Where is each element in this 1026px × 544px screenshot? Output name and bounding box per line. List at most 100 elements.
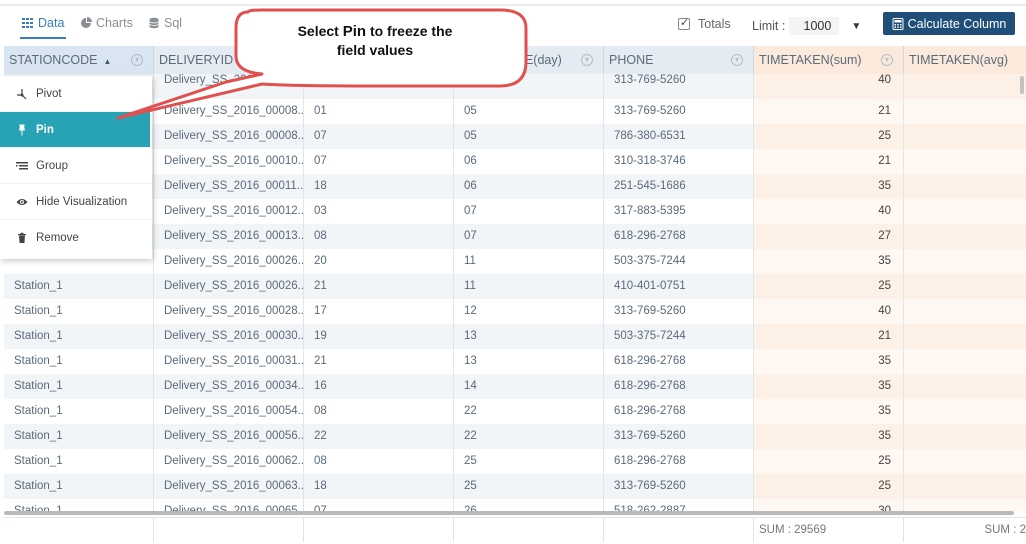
table-cell-hour[interactable]: 19: [304, 324, 454, 349]
table-cell-delivery[interactable]: Delivery_SS_2016_00030...: [154, 324, 304, 349]
table-row[interactable]: Station_1 Delivery_SS_2016_00026... 21 11 41…: [4, 274, 1026, 299]
table-cell-hour[interactable]: 03: [304, 199, 454, 224]
table-cell-avg[interactable]: [904, 199, 1026, 224]
table-cell-sum[interactable]: 21: [754, 324, 904, 349]
table-row[interactable]: Delivery_SS_2016_00026... 20 11 503-375-724…: [4, 249, 1026, 274]
table-cell-avg[interactable]: [904, 124, 1026, 149]
table-cell-day[interactable]: 05: [454, 99, 604, 124]
table-cell-avg[interactable]: [904, 274, 1026, 299]
table-cell-phone[interactable]: 313-769-5260: [604, 74, 754, 99]
table-cell-hour[interactable]: 08: [304, 449, 454, 474]
table-cell-avg[interactable]: [904, 374, 1026, 399]
table-cell-avg[interactable]: [904, 174, 1026, 199]
table-cell-avg[interactable]: [904, 499, 1026, 511]
table-cell-delivery[interactable]: Delivery_SS_2016_00026...: [154, 249, 304, 274]
table-cell-delivery[interactable]: Delivery_SS_2016_00056...: [154, 424, 304, 449]
table-cell-hour[interactable]: 18: [304, 174, 454, 199]
table-cell-sum[interactable]: 35: [754, 349, 904, 374]
table-cell-avg[interactable]: [904, 99, 1026, 124]
table-cell-sum[interactable]: 21: [754, 149, 904, 174]
table-cell-station[interactable]: Station_1: [4, 349, 154, 374]
table-cell-avg[interactable]: [904, 299, 1026, 324]
table-cell-station[interactable]: Station_1: [4, 324, 154, 349]
table-cell-phone[interactable]: 313-769-5260: [604, 299, 754, 324]
table-cell-sum[interactable]: 40: [754, 74, 904, 99]
table-cell-day[interactable]: 13: [454, 324, 604, 349]
table-row[interactable]: Station_1 Delivery_SS_2016_00028... 17 12 31…: [4, 299, 1026, 324]
table-cell-delivery[interactable]: Delivery_SS_2016_00026...: [154, 274, 304, 299]
column-header-phone[interactable]: PHONE: [604, 46, 754, 74]
table-cell-avg[interactable]: [904, 399, 1026, 424]
table-cell-hour[interactable]: 18: [304, 474, 454, 499]
table-cell-sum[interactable]: 40: [754, 199, 904, 224]
table-cell-delivery[interactable]: Delivery_SS_2016_00031...: [154, 349, 304, 374]
table-row[interactable]: Station_1 Delivery_SS_2016_00031... 21 13 61…: [4, 349, 1026, 374]
limit-select[interactable]: 1000: [789, 17, 840, 35]
table-row[interactable]: Delivery_SS_2016_00008... 01 05 313-769-526…: [4, 99, 1026, 124]
table-cell-day[interactable]: 26: [454, 499, 604, 511]
table-cell-phone[interactable]: 618-296-2768: [604, 399, 754, 424]
menu-item-pivot[interactable]: Pivot: [0, 76, 152, 112]
totals-toggle[interactable]: Totals: [678, 16, 731, 31]
table-cell-delivery[interactable]: Delivery_SS_2016_00012...: [154, 199, 304, 224]
table-row[interactable]: Delivery_SS_2016_00002... 20 01 313-769-526…: [4, 74, 1026, 99]
table-cell-sum[interactable]: 25: [754, 274, 904, 299]
table-cell-phone[interactable]: 313-769-5260: [604, 424, 754, 449]
table-cell-station[interactable]: Station_1: [4, 274, 154, 299]
tab-charts[interactable]: Charts: [80, 16, 133, 30]
menu-item-group[interactable]: Group: [0, 148, 152, 184]
column-header-timetaken-avg[interactable]: TIMETAKEN(avg): [904, 46, 1026, 74]
table-cell-day[interactable]: 14: [454, 374, 604, 399]
table-cell-phone[interactable]: 310-318-3746: [604, 149, 754, 174]
table-cell-delivery[interactable]: Delivery_SS_2016_00002...: [154, 74, 304, 99]
table-cell-avg[interactable]: [904, 224, 1026, 249]
table-cell-hour[interactable]: 08: [304, 399, 454, 424]
table-cell-day[interactable]: 22: [454, 424, 604, 449]
table-cell-station[interactable]: Station_1: [4, 374, 154, 399]
menu-item-hide-visualization[interactable]: Hide Visualization: [0, 184, 152, 220]
column-menu-icon[interactable]: [731, 54, 743, 66]
table-cell-day[interactable]: 11: [454, 249, 604, 274]
table-cell-day[interactable]: 06: [454, 149, 604, 174]
table-cell-hour[interactable]: 21: [304, 349, 454, 374]
table-cell-avg[interactable]: [904, 74, 1026, 99]
table-cell-delivery[interactable]: Delivery_SS_2016_00008...: [154, 124, 304, 149]
table-cell-delivery[interactable]: Delivery_SS_2016_00065...: [154, 499, 304, 511]
tab-sql[interactable]: Sql: [148, 16, 182, 30]
menu-item-pin[interactable]: Pin: [0, 112, 150, 148]
table-cell-sum[interactable]: 25: [754, 474, 904, 499]
table-cell-station[interactable]: Station_1: [4, 424, 154, 449]
table-cell-hour[interactable]: 07: [304, 124, 454, 149]
table-cell-avg[interactable]: [904, 449, 1026, 474]
table-cell-avg[interactable]: [904, 474, 1026, 499]
table-cell-sum[interactable]: 40: [754, 299, 904, 324]
table-row[interactable]: Station_1 Delivery_SS_2016_00056... 22 22 31…: [4, 424, 1026, 449]
table-cell-station[interactable]: Station_1: [4, 474, 154, 499]
table-cell-delivery[interactable]: Delivery_SS_2016_00054...: [154, 399, 304, 424]
table-cell-phone[interactable]: 618-296-2768: [604, 224, 754, 249]
table-cell-phone[interactable]: 410-401-0751: [604, 274, 754, 299]
table-row[interactable]: Station_1 Delivery_SS_2016_00034... 16 14 61…: [4, 374, 1026, 399]
column-menu-icon[interactable]: [581, 54, 593, 66]
table-row[interactable]: Station_1 Delivery_SS_2016_00065... 07 26 51…: [4, 499, 1026, 511]
table-row[interactable]: Delivery_SS_2016_00008... 07 05 786-380-653…: [4, 124, 1026, 149]
table-cell-delivery[interactable]: Delivery_SS_2016_00062...: [154, 449, 304, 474]
table-cell-station[interactable]: Station_1: [4, 449, 154, 474]
table-cell-day[interactable]: 25: [454, 449, 604, 474]
column-header-timetaken-sum[interactable]: TIMETAKEN(sum): [754, 46, 904, 74]
table-row[interactable]: Delivery_SS_2016_00013... 08 07 618-296-276…: [4, 224, 1026, 249]
table-cell-phone[interactable]: 618-296-2768: [604, 374, 754, 399]
calculate-column-button[interactable]: Calculate Column: [883, 12, 1015, 35]
sort-asc-icon[interactable]: ▲: [103, 57, 111, 66]
table-row[interactable]: Delivery_SS_2016_00012... 03 07 317-883-539…: [4, 199, 1026, 224]
column-header-stationcode[interactable]: STATIONCODE ▲: [4, 46, 154, 74]
table-cell-hour[interactable]: 01: [304, 99, 454, 124]
totals-checkbox[interactable]: [678, 16, 690, 30]
table-cell-sum[interactable]: 35: [754, 374, 904, 399]
table-cell-delivery[interactable]: Delivery_SS_2016_00010...: [154, 149, 304, 174]
table-row[interactable]: Delivery_SS_2016_00010... 07 06 310-318-374…: [4, 149, 1026, 174]
table-cell-delivery[interactable]: Delivery_SS_2016_00028...: [154, 299, 304, 324]
table-cell-phone[interactable]: 518-262-2887: [604, 499, 754, 511]
table-cell-phone[interactable]: 786-380-6531: [604, 124, 754, 149]
table-cell-phone[interactable]: 618-296-2768: [604, 449, 754, 474]
